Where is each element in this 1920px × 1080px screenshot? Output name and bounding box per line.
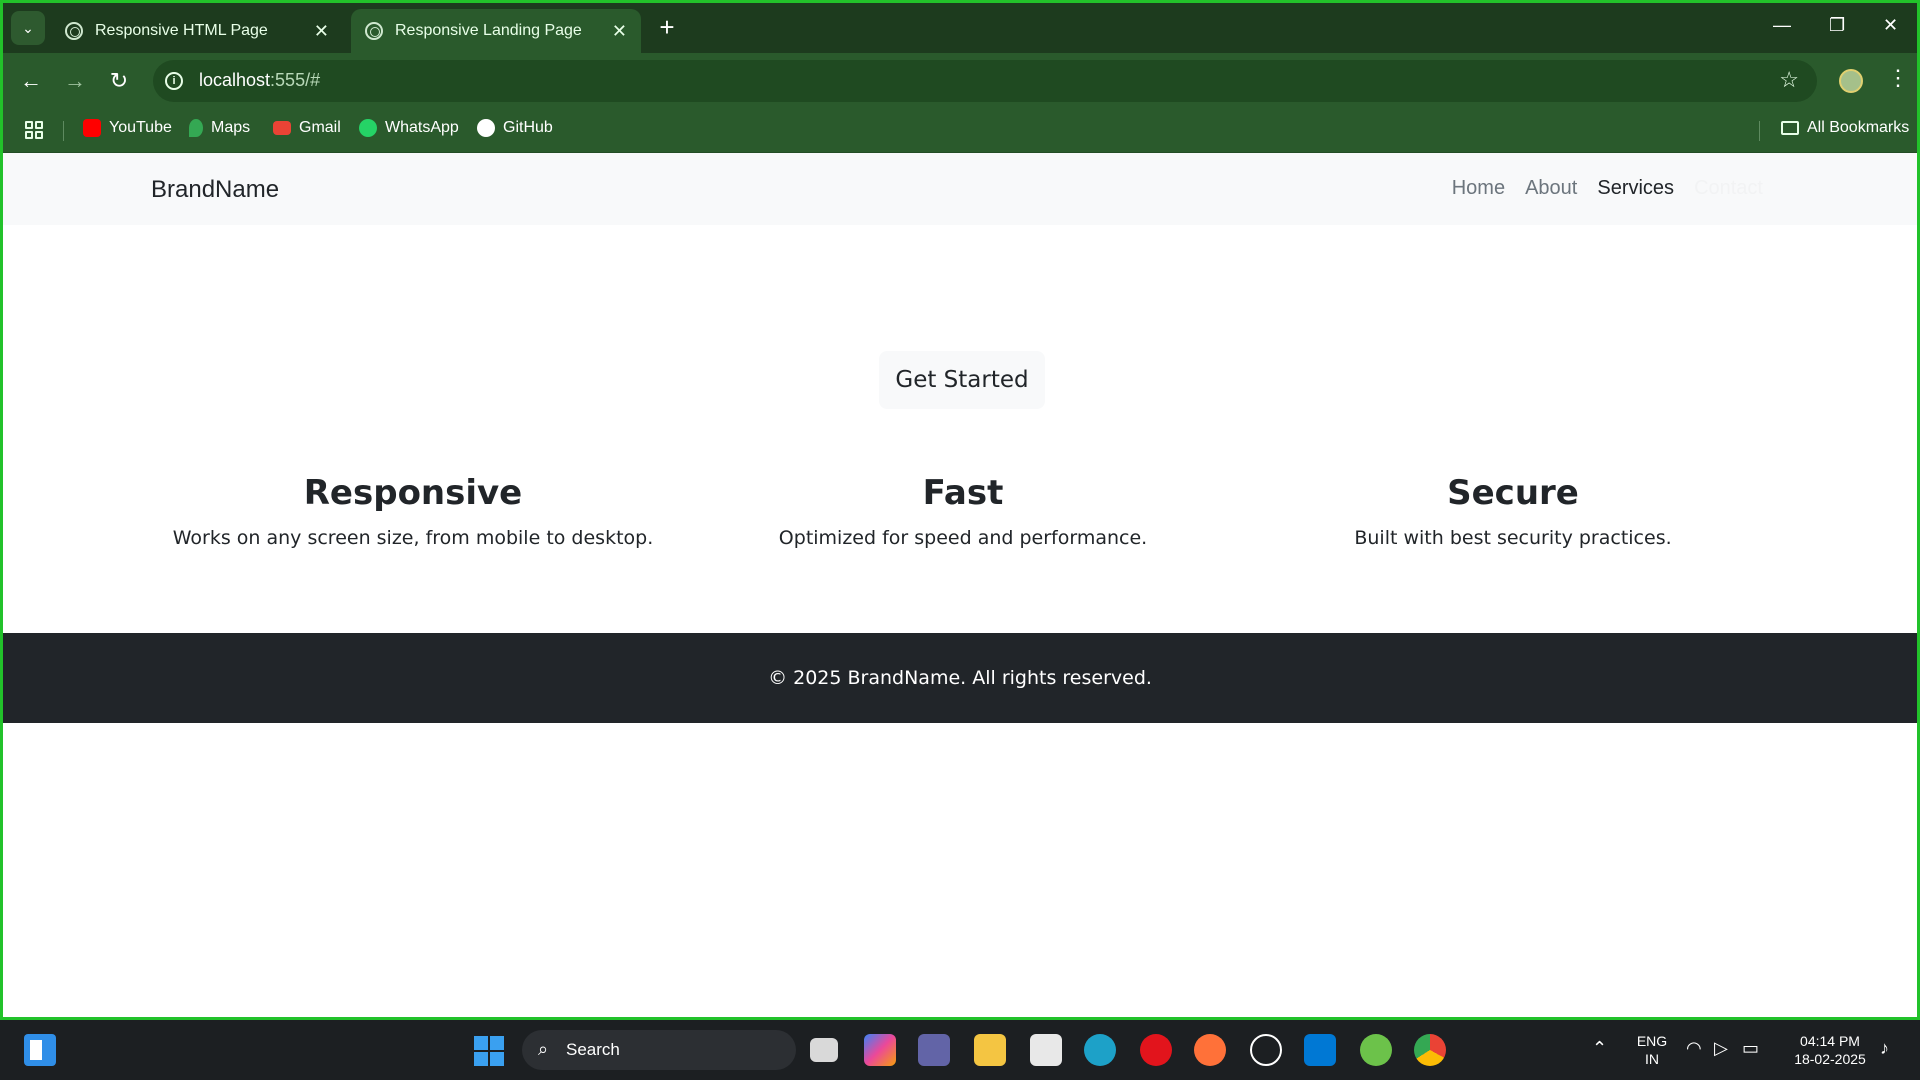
- edge-icon[interactable]: [1084, 1034, 1116, 1066]
- get-started-button[interactable]: Get Started: [879, 351, 1045, 409]
- restore-button[interactable]: ❐: [1829, 15, 1845, 36]
- feature-fast: Fast Optimized for speed and performance…: [663, 473, 1263, 549]
- bookmarks-divider: [63, 121, 64, 141]
- site-footer: © 2025 BrandName. All rights reserved.: [3, 633, 1917, 723]
- task-view-icon[interactable]: [810, 1038, 838, 1062]
- forward-button[interactable]: →: [61, 67, 89, 95]
- browser-window: ⌄ Responsive HTML Page ✕ Responsive Land…: [0, 0, 1920, 1020]
- close-icon[interactable]: ✕: [314, 21, 329, 42]
- site-info-icon[interactable]: i: [165, 72, 183, 90]
- minimize-button[interactable]: —: [1773, 15, 1791, 36]
- feature-title: Fast: [922, 473, 1004, 513]
- wifi-icon[interactable]: ◠: [1686, 1038, 1702, 1059]
- nav-link-home[interactable]: Home: [1452, 177, 1505, 200]
- globe-icon: [65, 22, 83, 40]
- nav-link-about[interactable]: About: [1525, 177, 1577, 200]
- web-page: BrandName Home About Services Contact Ge…: [3, 153, 1917, 1017]
- bookmark-maps[interactable]: Maps: [189, 119, 250, 137]
- youtube-icon: [83, 119, 101, 137]
- start-button[interactable]: [474, 1036, 504, 1066]
- gmail-icon: [273, 121, 291, 135]
- github-icon: [477, 119, 495, 137]
- feature-responsive: Responsive Works on any screen size, fro…: [113, 473, 713, 549]
- app-blue-icon[interactable]: [1304, 1034, 1336, 1066]
- globe-icon: [365, 22, 383, 40]
- url-text[interactable]: localhost:555/#: [199, 70, 320, 91]
- taskbar: ⌕ Search ⌃ ENG IN ◠ ▷ ▭ 04:14 PM 18-02-2…: [0, 1020, 1920, 1080]
- bookmark-gmail[interactable]: Gmail: [273, 119, 341, 137]
- battery-icon[interactable]: ▭: [1742, 1038, 1759, 1059]
- profile-avatar[interactable]: [1839, 69, 1863, 93]
- bookmark-whatsapp[interactable]: WhatsApp: [359, 119, 459, 137]
- language-indicator[interactable]: ENG IN: [1632, 1032, 1672, 1068]
- feature-secure: Secure Built with best security practice…: [1213, 473, 1813, 549]
- widgets-icon[interactable]: [24, 1034, 56, 1066]
- bookmark-star-icon[interactable]: ☆: [1779, 67, 1799, 93]
- tab-search-button[interactable]: ⌄: [11, 11, 45, 45]
- tab-title: Responsive HTML Page: [95, 22, 268, 39]
- apps-grid-icon[interactable]: [25, 121, 43, 139]
- nav-link-services[interactable]: Services: [1597, 177, 1674, 200]
- footer-text: © 2025 BrandName. All rights reserved.: [768, 667, 1152, 689]
- taskbar-search[interactable]: ⌕ Search: [522, 1030, 796, 1070]
- store-icon[interactable]: [1030, 1034, 1062, 1066]
- search-icon: ⌕: [538, 1039, 549, 1059]
- address-bar[interactable]: i localhost:555/# ☆: [153, 60, 1817, 102]
- tab-responsive-landing-page[interactable]: Responsive Landing Page ✕: [351, 9, 641, 53]
- back-button[interactable]: ←: [17, 67, 45, 95]
- chevron-up-icon[interactable]: ⌃: [1592, 1038, 1607, 1059]
- whatsapp-icon: [359, 119, 377, 137]
- volume-icon[interactable]: ▷: [1714, 1038, 1728, 1059]
- bookmark-youtube[interactable]: YouTube: [83, 119, 172, 137]
- menu-kebab-icon[interactable]: ⋮: [1887, 65, 1909, 91]
- teams-icon[interactable]: [918, 1034, 950, 1066]
- feature-text: Optimized for speed and performance.: [778, 527, 1148, 549]
- tab-title: Responsive Landing Page: [395, 22, 582, 39]
- new-tab-button[interactable]: +: [653, 13, 681, 41]
- maps-icon: [189, 119, 203, 137]
- notification-bell-icon[interactable]: ♪: [1880, 1038, 1889, 1059]
- nav-link-contact[interactable]: Contact: [1694, 177, 1763, 200]
- firefox-icon[interactable]: [1194, 1034, 1226, 1066]
- browser-toolbar: ← → ↻ i localhost:555/# ☆ ⋮: [3, 53, 1917, 109]
- tab-strip: ⌄ Responsive HTML Page ✕ Responsive Land…: [3, 3, 1917, 53]
- features-section: Responsive Works on any screen size, fro…: [3, 473, 1917, 573]
- file-explorer-icon[interactable]: [974, 1034, 1006, 1066]
- reload-button[interactable]: ↻: [105, 67, 133, 95]
- all-bookmarks-button[interactable]: All Bookmarks: [1781, 119, 1909, 137]
- close-icon[interactable]: ✕: [612, 21, 627, 42]
- folder-icon: [1781, 121, 1799, 135]
- chrome-icon[interactable]: [1414, 1034, 1446, 1066]
- bookmarks-divider: [1759, 121, 1760, 141]
- clock[interactable]: 04:14 PM 18-02-2025: [1780, 1032, 1880, 1068]
- close-window-button[interactable]: ✕: [1883, 15, 1898, 36]
- dell-icon[interactable]: [1250, 1034, 1282, 1066]
- nav-links: Home About Services Contact: [1452, 177, 1763, 200]
- feature-title: Responsive: [303, 473, 523, 513]
- app-green-icon[interactable]: [1360, 1034, 1392, 1066]
- bookmark-github[interactable]: GitHub: [477, 119, 553, 137]
- feature-title: Secure: [1447, 473, 1579, 513]
- opera-icon[interactable]: [1140, 1034, 1172, 1066]
- feature-text: Built with best security practices.: [1354, 527, 1672, 549]
- brand-logo[interactable]: BrandName: [151, 176, 279, 204]
- tab-responsive-html-page[interactable]: Responsive HTML Page ✕: [51, 9, 343, 53]
- site-navbar: BrandName Home About Services Contact: [3, 153, 1917, 225]
- bookmarks-bar: YouTube Maps Gmail WhatsApp GitHub All B…: [3, 109, 1917, 153]
- copilot-icon[interactable]: [864, 1034, 896, 1066]
- feature-text: Works on any screen size, from mobile to…: [172, 527, 654, 549]
